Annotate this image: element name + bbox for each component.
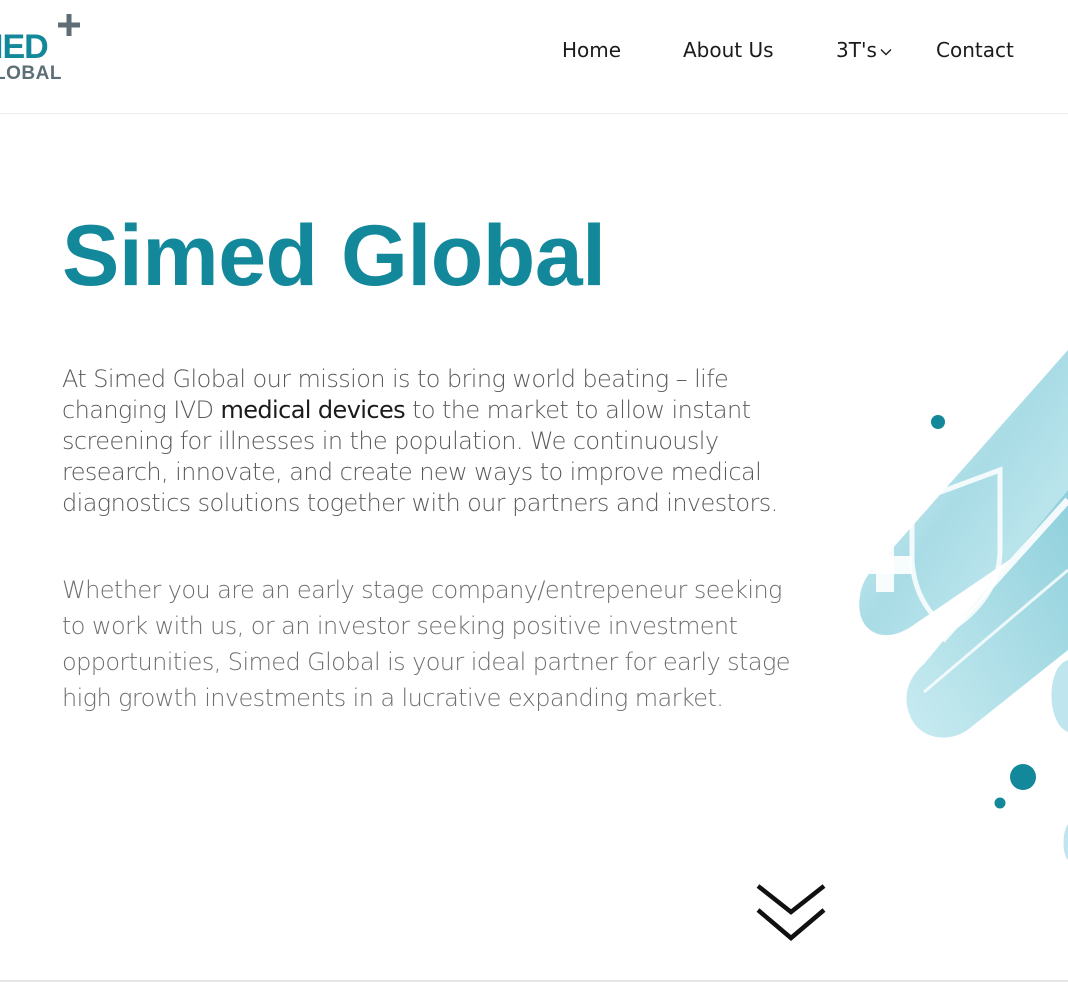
mission-paragraph: At Simed Global our mission is to bring …: [62, 364, 802, 519]
plus-icon: [58, 14, 80, 36]
logo-wordmark-bottom: LOBAL: [0, 63, 62, 84]
site-logo[interactable]: IED LOBAL: [0, 14, 86, 88]
nav-3ts-label: 3T's: [836, 38, 877, 62]
partner-paragraph: Whether you are an early stage company/e…: [62, 576, 791, 712]
logo-wordmark-top: IED: [0, 28, 49, 66]
medical-devices-link[interactable]: medical devices: [220, 396, 405, 424]
site-header: IED LOBAL Home About Us 3T's Contact: [0, 0, 1068, 114]
medical-shield-illustration: [858, 350, 1068, 860]
page-title: Simed Global: [62, 208, 606, 304]
nav-contact[interactable]: Contact: [936, 36, 1014, 64]
chevron-down-icon: [880, 48, 892, 55]
nav-3ts[interactable]: 3T's: [836, 36, 892, 64]
nav-home[interactable]: Home: [562, 36, 621, 64]
nav-about-us[interactable]: About Us: [683, 36, 774, 64]
double-chevron-down-icon[interactable]: [752, 880, 830, 950]
